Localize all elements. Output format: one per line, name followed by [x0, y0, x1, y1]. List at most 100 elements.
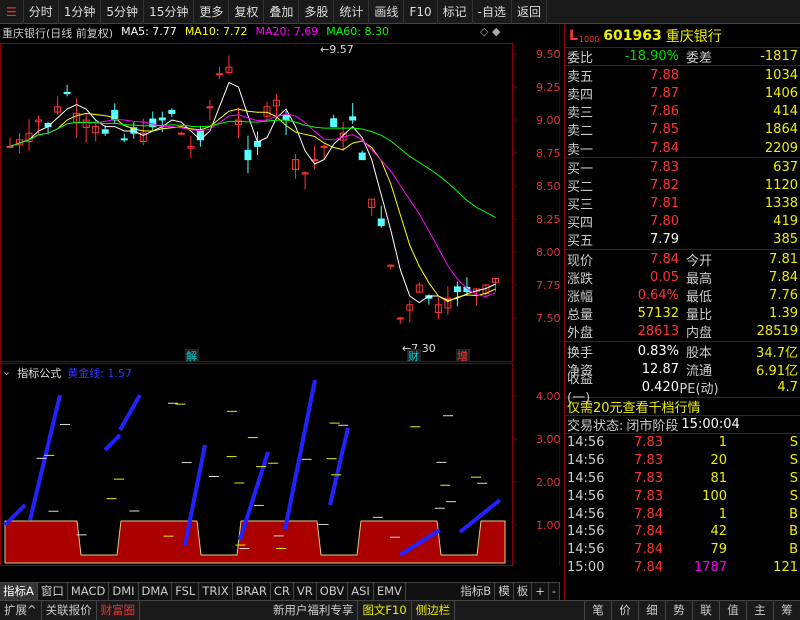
weibi-row: 委比 -18.90% 委差 -1817	[565, 48, 800, 67]
tab-obv[interactable]: OBV	[317, 583, 349, 600]
tool-main[interactable]: 主	[745, 601, 773, 620]
tab-vr[interactable]: VR	[294, 583, 317, 600]
back-button[interactable]: 返回	[512, 0, 547, 24]
tick-row: 14:56 7.84 42 B	[565, 523, 800, 541]
stat-label: 流通	[685, 363, 712, 379]
stat-label: 内盘	[685, 326, 712, 342]
f10-graphic-button[interactable]: 图文F10	[358, 601, 412, 620]
stat-value: 6.91亿	[756, 363, 798, 379]
buy-row[interactable]: 买四 7.80 419	[565, 213, 800, 231]
buy-row[interactable]: 买五 7.79 385	[565, 231, 800, 249]
bottom-bar: 扩展^ 关联报价 财富圈 新用户福利专享 图文F10 侧边栏 笔 价 细 势 联…	[0, 600, 800, 620]
level-badge: 1000	[578, 35, 600, 44]
stats-button[interactable]: 统计	[334, 0, 370, 24]
sell-row[interactable]: 卖五 7.88 1034	[565, 66, 800, 85]
indicator-name[interactable]: 指标公式	[17, 365, 61, 381]
buy-row[interactable]: 买一 7.83 637	[565, 158, 800, 177]
buy-row[interactable]: 买三 7.81 1338	[565, 195, 800, 213]
tool-pen[interactable]: 笔	[583, 601, 611, 620]
candle-body	[215, 73, 223, 76]
tab-macd[interactable]: MACD	[68, 583, 110, 600]
tab-trix[interactable]: TRIX	[199, 583, 233, 600]
expand-button[interactable]: 扩展^	[0, 601, 42, 620]
candle-body	[387, 264, 395, 267]
tick-time: 14:56	[567, 453, 605, 469]
stat-value: 12.87	[641, 361, 679, 377]
sidebar-button[interactable]: 侧边栏	[412, 601, 456, 620]
sell-row[interactable]: 卖四 7.87 1406	[565, 84, 800, 103]
stat-value: 28519	[756, 324, 798, 340]
tab-fsl[interactable]: FSL	[172, 583, 200, 600]
tick-list: 14:56 7.83 1 S 14:56 7.83 20 S 14:56 7.83 81 S 14:56…	[565, 434, 800, 576]
collapse-icon[interactable]: ⌄	[2, 365, 11, 381]
menu-icon[interactable]: ☰	[0, 0, 24, 24]
candle-body	[111, 109, 119, 121]
tick-volume: 1	[718, 506, 727, 522]
stat-label: 换手	[567, 345, 594, 361]
tick-row: 14:56 7.83 1 S	[565, 434, 800, 452]
zoom-in-button[interactable]: +	[532, 583, 549, 600]
price-tick-label: 8.75	[536, 147, 560, 160]
tab-1min[interactable]: 1分钟	[59, 0, 102, 24]
zoom-out-button[interactable]: -	[549, 583, 560, 600]
golden-line-segment	[103, 433, 122, 452]
tool-trend[interactable]: 势	[664, 601, 692, 620]
buy-level-label: 买一	[567, 161, 594, 177]
tab-emv[interactable]: EMV	[374, 583, 406, 600]
tick-price: 7.84	[634, 542, 663, 558]
buy-price: 7.82	[650, 177, 679, 193]
tab-indicator-b[interactable]: 指标B	[457, 583, 496, 600]
sell-row[interactable]: 卖二 7.85 1864	[565, 121, 800, 139]
buy-row[interactable]: 买二 7.82 1120	[565, 176, 800, 195]
adjust-button[interactable]: 复权	[229, 0, 265, 24]
tick-price: 7.84	[634, 506, 663, 522]
tab-intraday[interactable]: 分时	[24, 0, 59, 24]
tool-detail[interactable]: 细	[637, 601, 665, 620]
tab-window[interactable]: 窗口	[38, 583, 68, 600]
promo-row[interactable]: 仅需20元查看千档行情	[565, 398, 800, 416]
tab-15min[interactable]: 15分钟	[144, 0, 195, 24]
tab-indicator-a[interactable]: 指标A	[0, 583, 38, 600]
tool-value[interactable]: 值	[718, 601, 746, 620]
tab-5min[interactable]: 5分钟	[101, 0, 145, 24]
stat-label: 最高	[685, 271, 712, 287]
chart-title: 重庆银行(日线 前复权)	[2, 27, 114, 40]
chart-settings-icon[interactable]: ◇ ◆	[480, 25, 500, 38]
tab-brar[interactable]: BRAR	[233, 583, 271, 600]
ma10-label: MA10: 7.72	[184, 25, 248, 38]
multi-stock-button[interactable]: 多股	[299, 0, 335, 24]
tab-asi[interactable]: ASI	[348, 583, 374, 600]
remove-favorite-button[interactable]: -自选	[473, 0, 512, 24]
draw-line-button[interactable]: 画线	[369, 0, 405, 24]
candle-body	[101, 129, 109, 134]
buy-level-label: 买三	[567, 198, 594, 214]
kline-chart[interactable]: 9.50 9.25 9.00 8.75 8.50 8.25 8.00 7.75 7.50 4.00…	[0, 24, 560, 566]
overlay-button[interactable]: 叠加	[264, 0, 300, 24]
tick-time: 15:00	[567, 559, 605, 575]
wealth-circle-button[interactable]: 财富圈	[97, 601, 141, 620]
stat-value: 57132	[637, 306, 679, 322]
tab-dma[interactable]: DMA	[139, 583, 173, 600]
event-marker: 解	[186, 349, 197, 363]
tool-chips[interactable]: 筹	[772, 601, 800, 620]
promo-text[interactable]: 仅需20元查看千档行情	[567, 397, 701, 416]
new-user-link[interactable]: 新用户福利专享	[269, 601, 359, 620]
tab-board[interactable]: 板	[514, 583, 533, 600]
related-quotes-button[interactable]: 关联报价	[42, 601, 97, 620]
mark-button[interactable]: 标记	[438, 0, 473, 24]
sell-volume: 1034	[764, 67, 798, 83]
sell-price: 7.85	[650, 122, 679, 138]
buy-level-label: 买四	[567, 216, 594, 232]
f10-button[interactable]: F10	[404, 0, 438, 24]
tool-price[interactable]: 价	[610, 601, 638, 620]
indicator-tick-label: 1.00	[536, 519, 560, 532]
sell-row[interactable]: 卖三 7.86 414	[565, 103, 800, 121]
tool-link[interactable]: 联	[691, 601, 719, 620]
tab-template[interactable]: 模	[495, 583, 514, 600]
tab-cr[interactable]: CR	[271, 583, 294, 600]
sell-row[interactable]: 卖一 7.84 2209	[565, 139, 800, 158]
indicator-fill	[4, 520, 506, 564]
tab-dmi[interactable]: DMI	[109, 583, 139, 600]
more-button[interactable]: 更多	[194, 0, 230, 24]
trade-status-row: 交易状态: 闭市阶段 15:00:04	[565, 416, 800, 434]
